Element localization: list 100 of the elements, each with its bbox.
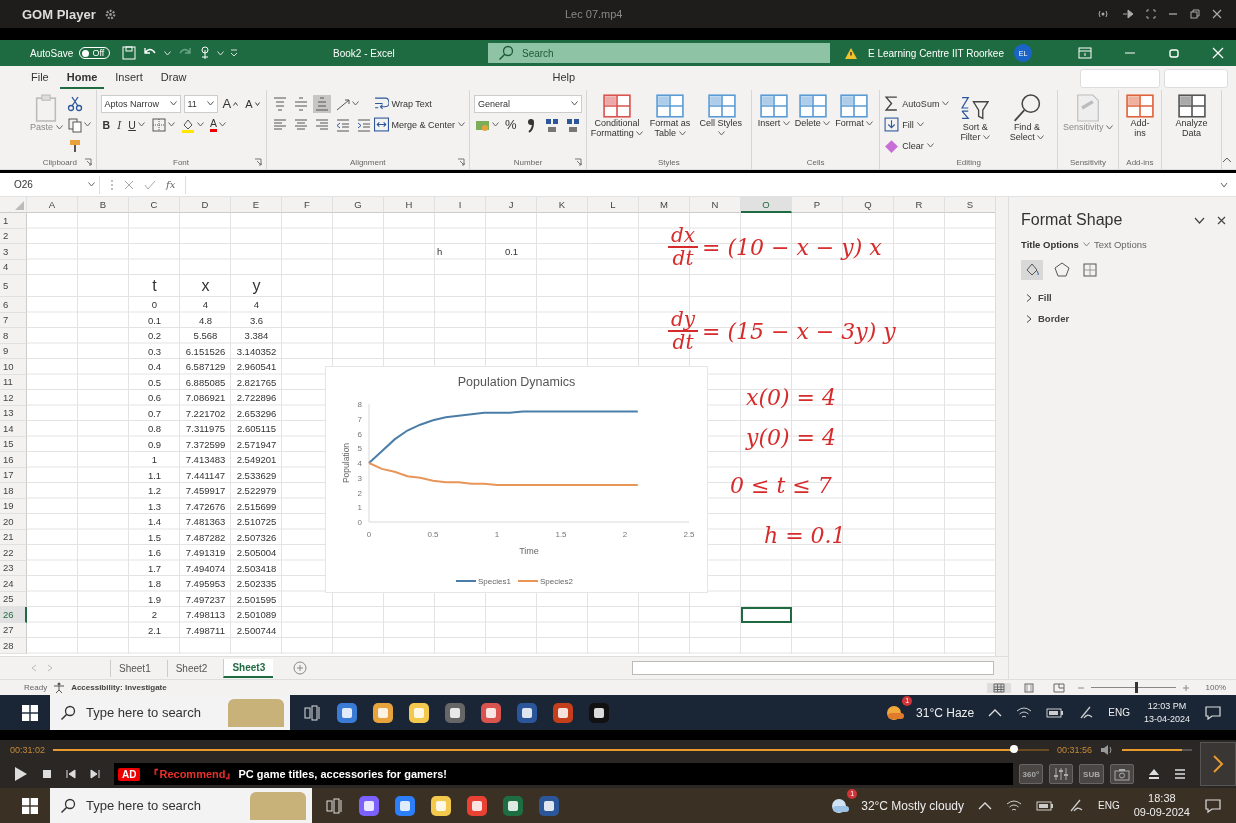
player-button[interactable]: 360° [1018,764,1044,784]
app-icon[interactable] [502,794,524,817]
menu-icon[interactable] [1174,768,1186,780]
column-header[interactable]: R [894,197,945,213]
sheet-tab[interactable]: Sheet1 [110,659,159,677]
app-icon[interactable] [358,794,380,817]
ribbon-button[interactable]: Find & Select [1000,92,1053,143]
app-icon[interactable] [480,701,502,724]
decrease-font-button[interactable]: A [243,97,262,110]
insert-function-button[interactable]: fx [166,179,176,190]
column-header[interactable]: G [333,197,384,213]
font-color-button[interactable]: A [207,117,228,132]
column-header[interactable]: L [588,197,639,213]
bold-button[interactable]: B [100,118,113,131]
app-icon[interactable] [444,701,466,724]
battery-icon[interactable] [1036,799,1055,812]
app-icon[interactable] [394,794,416,817]
column-header[interactable]: D [180,197,231,213]
section-header[interactable]: Fill [1025,292,1052,303]
ribbon-button[interactable]: Sort & Filter [950,92,1000,143]
eject-icon[interactable] [1148,768,1160,780]
ribbon-button[interactable]: Delete [792,92,833,129]
broadcast-icon[interactable] [1096,9,1110,19]
notifications-icon[interactable] [1204,704,1222,721]
border-button[interactable] [149,115,176,134]
clock-date[interactable]: 13-04-2024 [1143,712,1190,725]
dialog-launcher-icon[interactable] [83,158,92,166]
app-icon[interactable] [552,701,574,724]
column-header[interactable]: J [486,197,537,213]
column-header[interactable]: E [231,197,282,213]
column-header[interactable]: S [945,197,996,213]
language-indicator[interactable]: ENG [1108,707,1130,718]
menu-tab[interactable]: Draw [153,67,194,89]
column-header[interactable]: M [639,197,690,213]
app-icon[interactable] [516,701,538,724]
ad-tag[interactable]: 『Recommend』 [148,766,237,782]
column-header[interactable]: H [384,197,435,213]
section-header[interactable]: Border [1025,313,1070,324]
gear-icon[interactable] [103,7,117,21]
ribbon-display-icon[interactable] [1078,47,1092,59]
next-icon[interactable] [90,769,100,779]
weather-text[interactable]: 32°C Mostly cloudy [861,798,965,813]
weather-text[interactable]: 31°C Haze [916,705,975,720]
column-header[interactable]: B [78,197,129,213]
search-field[interactable]: Search [488,43,830,63]
copy-button[interactable] [65,115,92,134]
account-name[interactable]: E Learning Centre IIT Roorkee [868,47,1004,59]
restore-icon[interactable] [1168,47,1180,59]
playlist-button[interactable] [1200,742,1236,786]
app-icon[interactable] [372,701,394,724]
menu-tab[interactable]: Help [545,67,583,89]
app-icon[interactable] [336,701,358,724]
ribbon-button[interactable]: Analyze Data [1165,92,1218,139]
player-button[interactable]: SUB [1079,764,1104,784]
task-view-icon[interactable] [326,797,344,814]
menu-tab[interactable]: Home [59,67,105,89]
underline-button[interactable]: U [126,118,147,131]
percent-button[interactable]: % [503,117,519,132]
row-header[interactable]: 5 [0,275,27,297]
column-header[interactable]: K [537,197,588,213]
player-button[interactable] [1110,764,1134,784]
collapse-ribbon-icon[interactable] [1222,157,1232,163]
expand-icon[interactable] [1220,181,1228,188]
windows-icon[interactable] [22,704,38,721]
row-header[interactable]: 3 [0,244,27,260]
row-header[interactable]: 6 [0,297,27,313]
speaker-icon[interactable] [1100,744,1114,756]
row-header[interactable]: 8 [0,328,27,344]
row-header[interactable]: 18 [0,483,27,499]
accessibility-icon[interactable] [53,681,66,694]
check-icon[interactable] [144,179,156,190]
row-header[interactable]: 22 [0,545,27,561]
pane-tab[interactable]: Text Options [1093,239,1147,250]
column-header[interactable]: A [27,197,78,213]
align-bottom-button[interactable] [312,94,331,113]
app-icon[interactable] [538,794,560,817]
column-header[interactable]: P [792,197,843,213]
column-header[interactable]: I [435,197,486,213]
wifi-icon[interactable] [1016,705,1033,720]
fullscreen-icon[interactable] [1146,9,1156,19]
row-header[interactable]: 1 [0,213,27,229]
ribbon-button[interactable]: Clear [884,138,934,153]
scissors-button[interactable] [65,94,84,113]
task-view-icon[interactable] [304,704,322,721]
close-icon[interactable] [1212,9,1222,19]
number-format-field[interactable]: General [474,94,583,113]
dialog-launcher-icon[interactable] [457,158,466,166]
pen-icon[interactable] [1068,797,1085,814]
pin-icon[interactable] [1122,9,1134,19]
app-icon[interactable] [588,701,610,724]
wifi-icon[interactable] [1006,798,1023,813]
ribbon-button[interactable]: Merge & Center [373,117,466,132]
chevron-up-icon[interactable] [988,707,1003,718]
pen-icon[interactable] [1078,704,1095,721]
ribbon-button[interactable]: Format [833,92,876,129]
windows-icon[interactable] [22,797,38,814]
restore-icon[interactable] [1190,9,1200,19]
name-box[interactable]: O26 [10,175,100,194]
dialog-launcher-icon[interactable] [253,158,262,166]
row-header[interactable]: 20 [0,514,27,530]
